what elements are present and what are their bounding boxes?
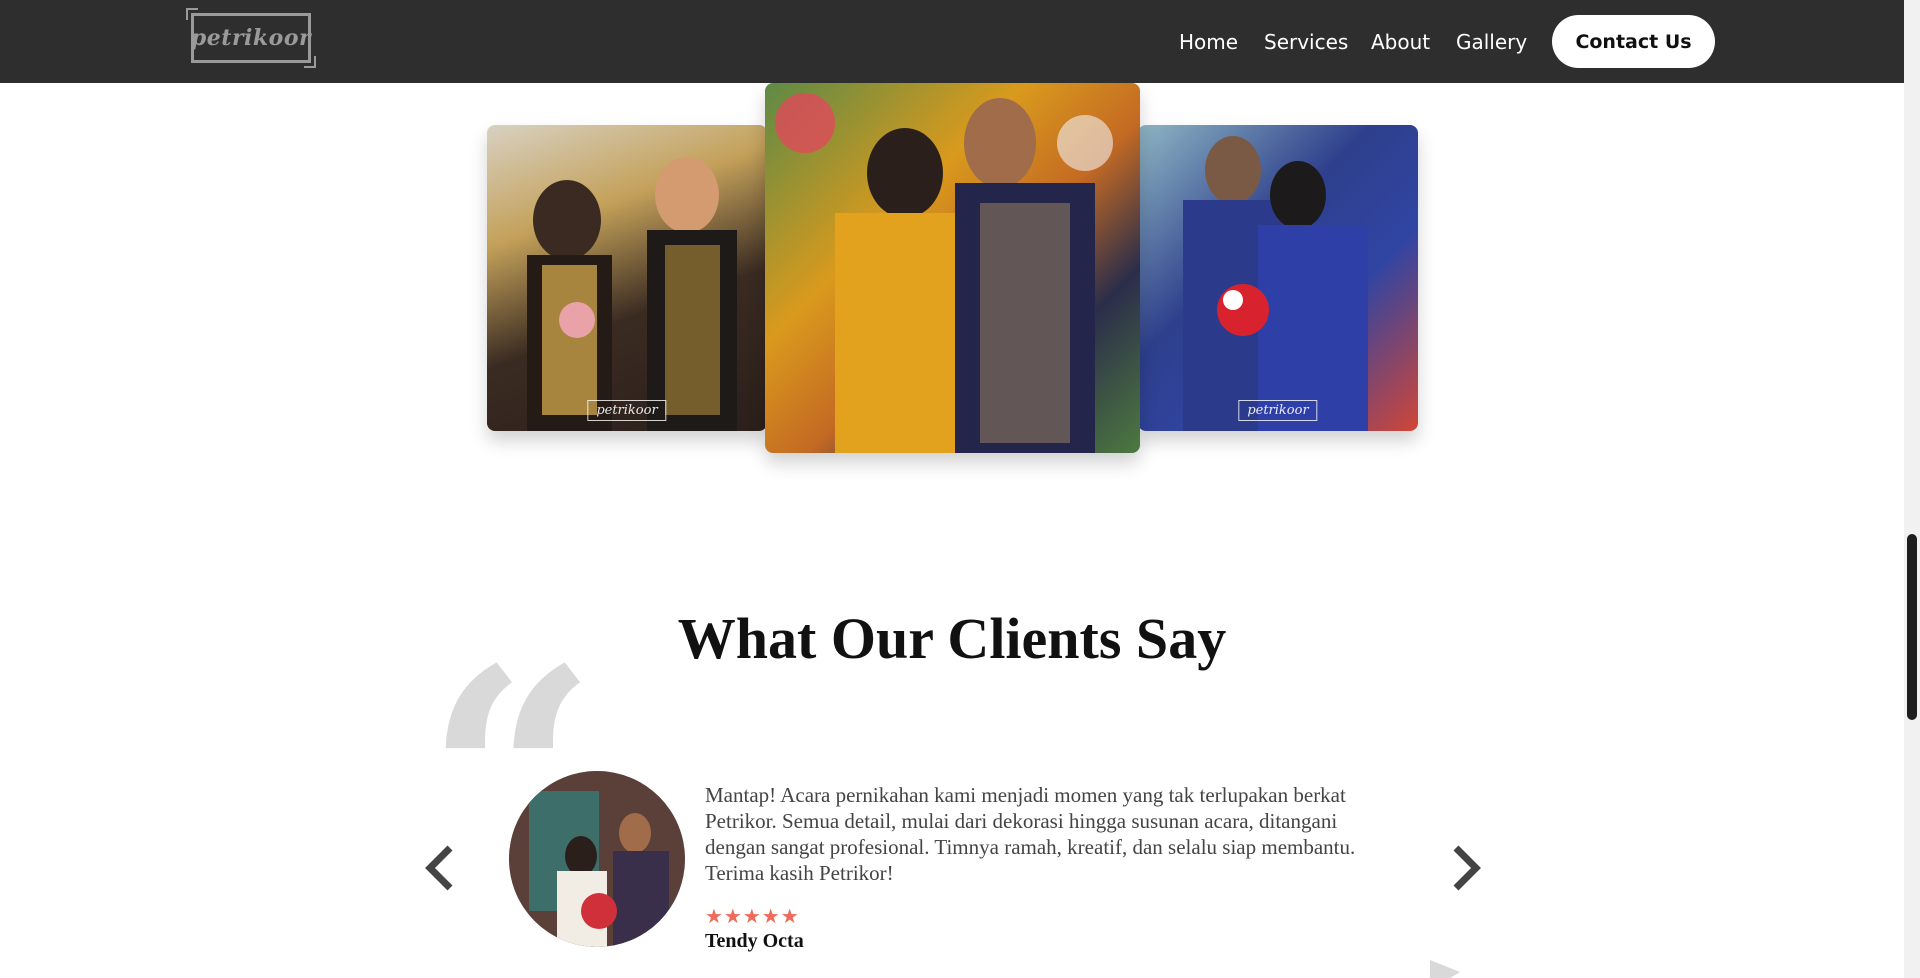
nav-services[interactable]: Services	[1264, 30, 1348, 54]
wedding-couple-embrace-image	[775, 93, 1113, 453]
section-title: What Our Clients Say	[677, 606, 1227, 671]
watermark-logo: petrikoor	[1238, 400, 1318, 421]
gallery-photo-right[interactable]: petrikoor	[1138, 125, 1418, 431]
nav-about[interactable]: About	[1371, 30, 1430, 54]
navbar: petrikoor Home Services About Gallery Co…	[0, 0, 1904, 83]
prev-testimonial-button[interactable]	[420, 842, 460, 894]
next-testimonial-button[interactable]	[1446, 842, 1486, 894]
testimonial-text: Mantap! Acara pernikahan kami menjadi mo…	[705, 783, 1356, 885]
contact-us-button[interactable]: Contact Us	[1552, 15, 1715, 68]
chevron-left-icon	[425, 845, 453, 891]
nav-gallery[interactable]: Gallery	[1456, 30, 1527, 54]
scrollbar-thumb[interactable]	[1907, 534, 1917, 720]
gallery-photo-center[interactable]	[765, 83, 1140, 453]
reviewer-avatar	[509, 771, 685, 947]
reviewer-name: Tendy Octa	[705, 930, 804, 952]
page-scrollbar[interactable]	[1904, 0, 1920, 978]
chevron-right-icon	[1453, 845, 1481, 891]
close-quote-icon	[1430, 960, 1460, 978]
gallery-photo-left[interactable]: petrikoor	[487, 125, 767, 431]
rating-stars: ★★★★★	[705, 904, 800, 928]
reviewer-photo	[509, 771, 685, 947]
wedding-couple-blue-image	[1183, 136, 1368, 431]
watermark-logo: petrikoor	[587, 400, 667, 421]
wedding-couple-traditional-image	[527, 157, 737, 431]
logo-text: petrikoor	[190, 25, 312, 51]
nav-home[interactable]: Home	[1179, 30, 1238, 54]
logo[interactable]: petrikoor	[186, 8, 316, 68]
